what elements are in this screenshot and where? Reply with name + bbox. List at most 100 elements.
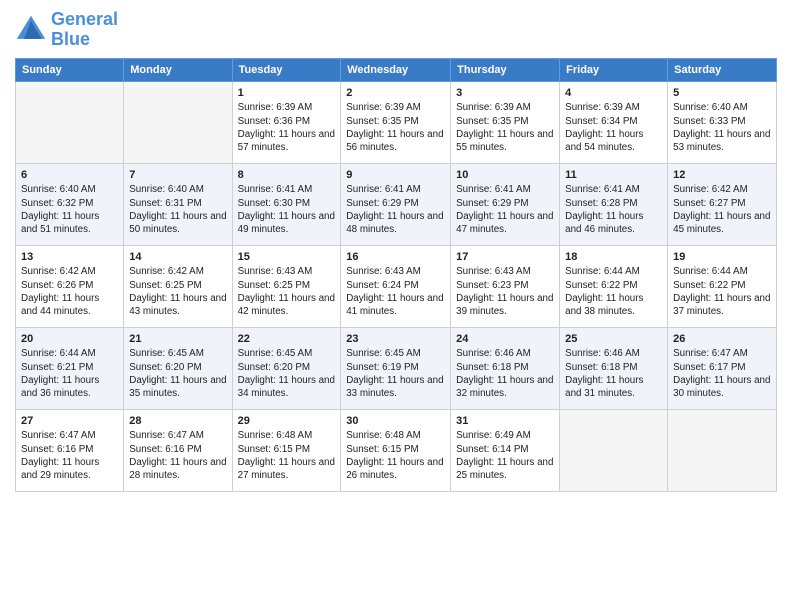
day-number: 4 bbox=[565, 86, 662, 101]
day-info: Sunrise: 6:39 AM Sunset: 6:36 PM Dayligh… bbox=[238, 101, 336, 154]
logo: General Blue bbox=[15, 10, 118, 50]
day-cell: 13Sunrise: 6:42 AM Sunset: 6:26 PM Dayli… bbox=[16, 245, 124, 327]
day-info: Sunrise: 6:43 AM Sunset: 6:23 PM Dayligh… bbox=[456, 265, 554, 318]
day-cell: 31Sunrise: 6:49 AM Sunset: 6:14 PM Dayli… bbox=[451, 409, 560, 491]
day-number: 11 bbox=[565, 168, 662, 183]
day-cell bbox=[16, 81, 124, 163]
day-cell: 15Sunrise: 6:43 AM Sunset: 6:25 PM Dayli… bbox=[232, 245, 341, 327]
day-info: Sunrise: 6:43 AM Sunset: 6:24 PM Dayligh… bbox=[346, 265, 445, 318]
day-cell: 1Sunrise: 6:39 AM Sunset: 6:36 PM Daylig… bbox=[232, 81, 341, 163]
day-number: 7 bbox=[129, 168, 226, 183]
day-cell: 11Sunrise: 6:41 AM Sunset: 6:28 PM Dayli… bbox=[560, 163, 668, 245]
day-info: Sunrise: 6:46 AM Sunset: 6:18 PM Dayligh… bbox=[565, 347, 662, 400]
day-cell: 19Sunrise: 6:44 AM Sunset: 6:22 PM Dayli… bbox=[668, 245, 777, 327]
th-saturday: Saturday bbox=[668, 58, 777, 81]
day-number: 18 bbox=[565, 250, 662, 265]
header-row: Sunday Monday Tuesday Wednesday Thursday… bbox=[16, 58, 777, 81]
day-cell: 27Sunrise: 6:47 AM Sunset: 6:16 PM Dayli… bbox=[16, 409, 124, 491]
day-cell bbox=[124, 81, 232, 163]
day-cell: 28Sunrise: 6:47 AM Sunset: 6:16 PM Dayli… bbox=[124, 409, 232, 491]
day-cell bbox=[560, 409, 668, 491]
day-info: Sunrise: 6:40 AM Sunset: 6:31 PM Dayligh… bbox=[129, 183, 226, 236]
week-row-4: 27Sunrise: 6:47 AM Sunset: 6:16 PM Dayli… bbox=[16, 409, 777, 491]
calendar: Sunday Monday Tuesday Wednesday Thursday… bbox=[15, 58, 777, 492]
week-row-2: 13Sunrise: 6:42 AM Sunset: 6:26 PM Dayli… bbox=[16, 245, 777, 327]
day-info: Sunrise: 6:42 AM Sunset: 6:25 PM Dayligh… bbox=[129, 265, 226, 318]
day-number: 23 bbox=[346, 332, 445, 347]
day-cell: 16Sunrise: 6:43 AM Sunset: 6:24 PM Dayli… bbox=[341, 245, 451, 327]
day-number: 30 bbox=[346, 414, 445, 429]
day-number: 13 bbox=[21, 250, 118, 265]
day-cell: 6Sunrise: 6:40 AM Sunset: 6:32 PM Daylig… bbox=[16, 163, 124, 245]
day-info: Sunrise: 6:47 AM Sunset: 6:16 PM Dayligh… bbox=[21, 429, 118, 482]
day-number: 16 bbox=[346, 250, 445, 265]
th-monday: Monday bbox=[124, 58, 232, 81]
day-info: Sunrise: 6:45 AM Sunset: 6:20 PM Dayligh… bbox=[238, 347, 336, 400]
day-number: 15 bbox=[238, 250, 336, 265]
day-cell: 2Sunrise: 6:39 AM Sunset: 6:35 PM Daylig… bbox=[341, 81, 451, 163]
day-cell: 17Sunrise: 6:43 AM Sunset: 6:23 PM Dayli… bbox=[451, 245, 560, 327]
day-number: 3 bbox=[456, 86, 554, 101]
day-cell: 26Sunrise: 6:47 AM Sunset: 6:17 PM Dayli… bbox=[668, 327, 777, 409]
day-number: 10 bbox=[456, 168, 554, 183]
day-cell: 10Sunrise: 6:41 AM Sunset: 6:29 PM Dayli… bbox=[451, 163, 560, 245]
day-number: 2 bbox=[346, 86, 445, 101]
day-number: 22 bbox=[238, 332, 336, 347]
day-info: Sunrise: 6:41 AM Sunset: 6:29 PM Dayligh… bbox=[456, 183, 554, 236]
day-info: Sunrise: 6:47 AM Sunset: 6:16 PM Dayligh… bbox=[129, 429, 226, 482]
day-info: Sunrise: 6:41 AM Sunset: 6:29 PM Dayligh… bbox=[346, 183, 445, 236]
day-cell: 3Sunrise: 6:39 AM Sunset: 6:35 PM Daylig… bbox=[451, 81, 560, 163]
th-sunday: Sunday bbox=[16, 58, 124, 81]
day-cell: 25Sunrise: 6:46 AM Sunset: 6:18 PM Dayli… bbox=[560, 327, 668, 409]
day-cell: 14Sunrise: 6:42 AM Sunset: 6:25 PM Dayli… bbox=[124, 245, 232, 327]
day-number: 29 bbox=[238, 414, 336, 429]
day-cell: 4Sunrise: 6:39 AM Sunset: 6:34 PM Daylig… bbox=[560, 81, 668, 163]
day-number: 28 bbox=[129, 414, 226, 429]
day-info: Sunrise: 6:40 AM Sunset: 6:32 PM Dayligh… bbox=[21, 183, 118, 236]
day-cell: 23Sunrise: 6:45 AM Sunset: 6:19 PM Dayli… bbox=[341, 327, 451, 409]
th-thursday: Thursday bbox=[451, 58, 560, 81]
logo-text: General Blue bbox=[51, 10, 118, 50]
day-number: 8 bbox=[238, 168, 336, 183]
th-tuesday: Tuesday bbox=[232, 58, 341, 81]
day-number: 12 bbox=[673, 168, 771, 183]
day-info: Sunrise: 6:47 AM Sunset: 6:17 PM Dayligh… bbox=[673, 347, 771, 400]
day-info: Sunrise: 6:45 AM Sunset: 6:19 PM Dayligh… bbox=[346, 347, 445, 400]
day-info: Sunrise: 6:41 AM Sunset: 6:28 PM Dayligh… bbox=[565, 183, 662, 236]
page: General Blue Sunday Monday Tuesday Wedne… bbox=[0, 0, 792, 612]
day-cell: 20Sunrise: 6:44 AM Sunset: 6:21 PM Dayli… bbox=[16, 327, 124, 409]
day-cell: 29Sunrise: 6:48 AM Sunset: 6:15 PM Dayli… bbox=[232, 409, 341, 491]
week-row-1: 6Sunrise: 6:40 AM Sunset: 6:32 PM Daylig… bbox=[16, 163, 777, 245]
day-info: Sunrise: 6:42 AM Sunset: 6:27 PM Dayligh… bbox=[673, 183, 771, 236]
day-cell: 18Sunrise: 6:44 AM Sunset: 6:22 PM Dayli… bbox=[560, 245, 668, 327]
day-cell: 30Sunrise: 6:48 AM Sunset: 6:15 PM Dayli… bbox=[341, 409, 451, 491]
day-info: Sunrise: 6:48 AM Sunset: 6:15 PM Dayligh… bbox=[346, 429, 445, 482]
day-info: Sunrise: 6:44 AM Sunset: 6:22 PM Dayligh… bbox=[565, 265, 662, 318]
day-info: Sunrise: 6:44 AM Sunset: 6:22 PM Dayligh… bbox=[673, 265, 771, 318]
day-number: 19 bbox=[673, 250, 771, 265]
day-info: Sunrise: 6:39 AM Sunset: 6:35 PM Dayligh… bbox=[346, 101, 445, 154]
day-number: 31 bbox=[456, 414, 554, 429]
day-number: 21 bbox=[129, 332, 226, 347]
day-cell: 22Sunrise: 6:45 AM Sunset: 6:20 PM Dayli… bbox=[232, 327, 341, 409]
day-info: Sunrise: 6:40 AM Sunset: 6:33 PM Dayligh… bbox=[673, 101, 771, 154]
day-info: Sunrise: 6:48 AM Sunset: 6:15 PM Dayligh… bbox=[238, 429, 336, 482]
day-number: 26 bbox=[673, 332, 771, 347]
day-cell bbox=[668, 409, 777, 491]
day-info: Sunrise: 6:45 AM Sunset: 6:20 PM Dayligh… bbox=[129, 347, 226, 400]
day-number: 17 bbox=[456, 250, 554, 265]
day-info: Sunrise: 6:42 AM Sunset: 6:26 PM Dayligh… bbox=[21, 265, 118, 318]
day-number: 5 bbox=[673, 86, 771, 101]
day-cell: 8Sunrise: 6:41 AM Sunset: 6:30 PM Daylig… bbox=[232, 163, 341, 245]
day-info: Sunrise: 6:49 AM Sunset: 6:14 PM Dayligh… bbox=[456, 429, 554, 482]
day-info: Sunrise: 6:41 AM Sunset: 6:30 PM Dayligh… bbox=[238, 183, 336, 236]
day-number: 24 bbox=[456, 332, 554, 347]
header: General Blue bbox=[15, 10, 777, 50]
day-number: 14 bbox=[129, 250, 226, 265]
day-cell: 21Sunrise: 6:45 AM Sunset: 6:20 PM Dayli… bbox=[124, 327, 232, 409]
day-info: Sunrise: 6:44 AM Sunset: 6:21 PM Dayligh… bbox=[21, 347, 118, 400]
logo-icon bbox=[15, 14, 47, 46]
day-number: 27 bbox=[21, 414, 118, 429]
day-info: Sunrise: 6:39 AM Sunset: 6:34 PM Dayligh… bbox=[565, 101, 662, 154]
day-cell: 9Sunrise: 6:41 AM Sunset: 6:29 PM Daylig… bbox=[341, 163, 451, 245]
